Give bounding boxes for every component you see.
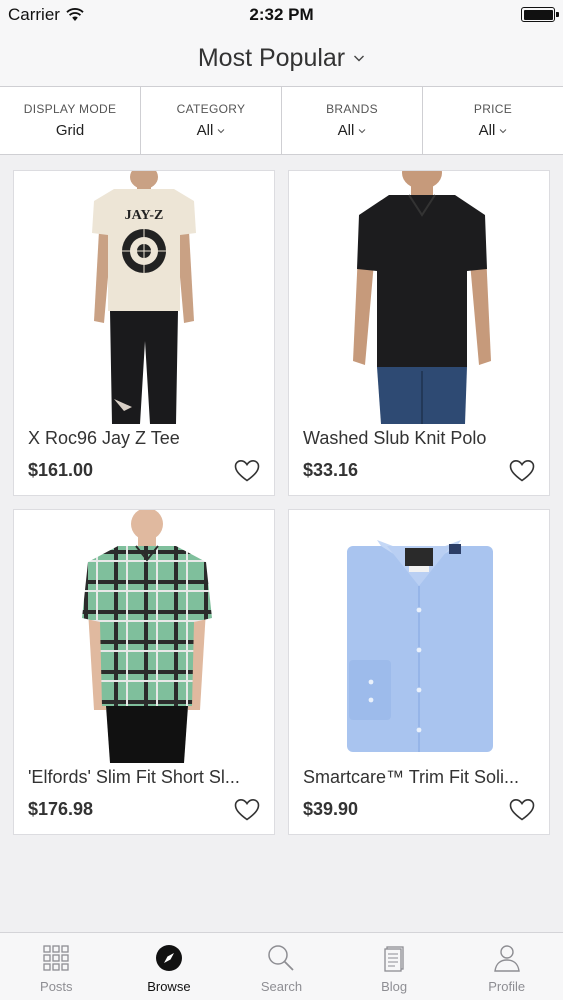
filter-value: All	[338, 122, 367, 139]
tab-label: Profile	[488, 979, 526, 994]
filter-label: BRANDS	[326, 102, 378, 116]
product-price: $176.98	[28, 799, 94, 819]
chevron-down-icon	[499, 128, 507, 133]
chevron-down-icon	[358, 128, 366, 133]
heart-icon[interactable]	[509, 459, 535, 483]
filter-price[interactable]: PRICE All	[423, 87, 563, 154]
product-image: JAY-Z	[14, 171, 274, 424]
grid-icon	[43, 945, 69, 971]
product-card[interactable]: Smartcare™ Trim Fit Soli... $39.90	[288, 509, 550, 835]
filter-value-text: All	[478, 122, 496, 139]
filter-label: DISPLAY MODE	[23, 102, 117, 116]
status-time: 2:32 PM	[249, 5, 314, 24]
product-price: $33.16	[303, 460, 359, 480]
tab-label: Posts	[40, 979, 73, 994]
tab-blog[interactable]: Blog	[338, 933, 451, 1000]
status-bar: Carrier 2:32 PM	[0, 0, 563, 30]
filter-label: PRICE	[473, 102, 513, 116]
chevron-down-icon	[354, 55, 365, 62]
tab-label: Browse	[147, 979, 191, 994]
product-image	[289, 171, 549, 424]
product-price: $39.90	[303, 799, 359, 819]
product-price: $161.00	[28, 460, 94, 480]
product-card[interactable]: 'Elfords' Slim Fit Short Sl... $176.98	[13, 509, 275, 835]
magnifier-icon	[268, 945, 295, 971]
filter-value: All	[479, 122, 508, 139]
product-image	[14, 510, 274, 763]
product-name: 'Elfords' Slim Fit Short Sl...	[28, 767, 240, 787]
product-name: Smartcare™ Trim Fit Soli...	[303, 767, 520, 787]
tab-label: Blog	[381, 979, 408, 994]
battery-icon	[521, 7, 559, 22]
product-name: Washed Slub Knit Polo	[303, 428, 487, 448]
page-title: Most Popular	[197, 43, 346, 72]
filter-value-text: All	[196, 122, 214, 139]
filter-bar: DISPLAY MODE Grid CATEGORY All BRANDS Al…	[0, 86, 563, 155]
product-grid: JAY-Z X Roc96 Jay Z Tee $161.00 Washed S…	[13, 170, 550, 835]
heart-icon[interactable]	[234, 459, 260, 483]
filter-label: CATEGORY	[176, 102, 246, 116]
filter-display-mode[interactable]: DISPLAY MODE Grid	[0, 87, 141, 154]
filter-brands[interactable]: BRANDS All	[282, 87, 423, 154]
heart-icon[interactable]	[234, 798, 260, 822]
shirt-print-text: JAY-Z	[125, 208, 164, 223]
product-name: X Roc96 Jay Z Tee	[28, 428, 180, 448]
chevron-down-icon	[217, 128, 225, 133]
tab-label: Search	[260, 979, 303, 994]
tab-search[interactable]: Search	[225, 933, 338, 1000]
tab-posts[interactable]: Posts	[0, 933, 113, 1000]
product-card[interactable]: JAY-Z X Roc96 Jay Z Tee $161.00	[13, 170, 275, 496]
tab-browse[interactable]: Browse	[113, 933, 226, 1000]
person-icon	[493, 945, 520, 972]
filter-value: Grid	[56, 122, 84, 139]
tab-profile[interactable]: Profile	[450, 933, 563, 1000]
compass-icon	[155, 945, 182, 971]
filter-value: All	[197, 122, 226, 139]
tab-bar: Posts Browse Search Blog Profile	[0, 932, 563, 1000]
product-card[interactable]: Washed Slub Knit Polo $33.16	[288, 170, 550, 496]
navigation-bar: Most Popular	[0, 30, 563, 86]
filter-value-text: All	[337, 122, 355, 139]
heart-icon[interactable]	[509, 798, 535, 822]
sort-selector[interactable]: Most Popular	[198, 44, 365, 73]
filter-category[interactable]: CATEGORY All	[141, 87, 282, 154]
filter-value-text: Grid	[55, 122, 85, 139]
document-icon	[384, 946, 404, 972]
product-image	[289, 510, 549, 763]
